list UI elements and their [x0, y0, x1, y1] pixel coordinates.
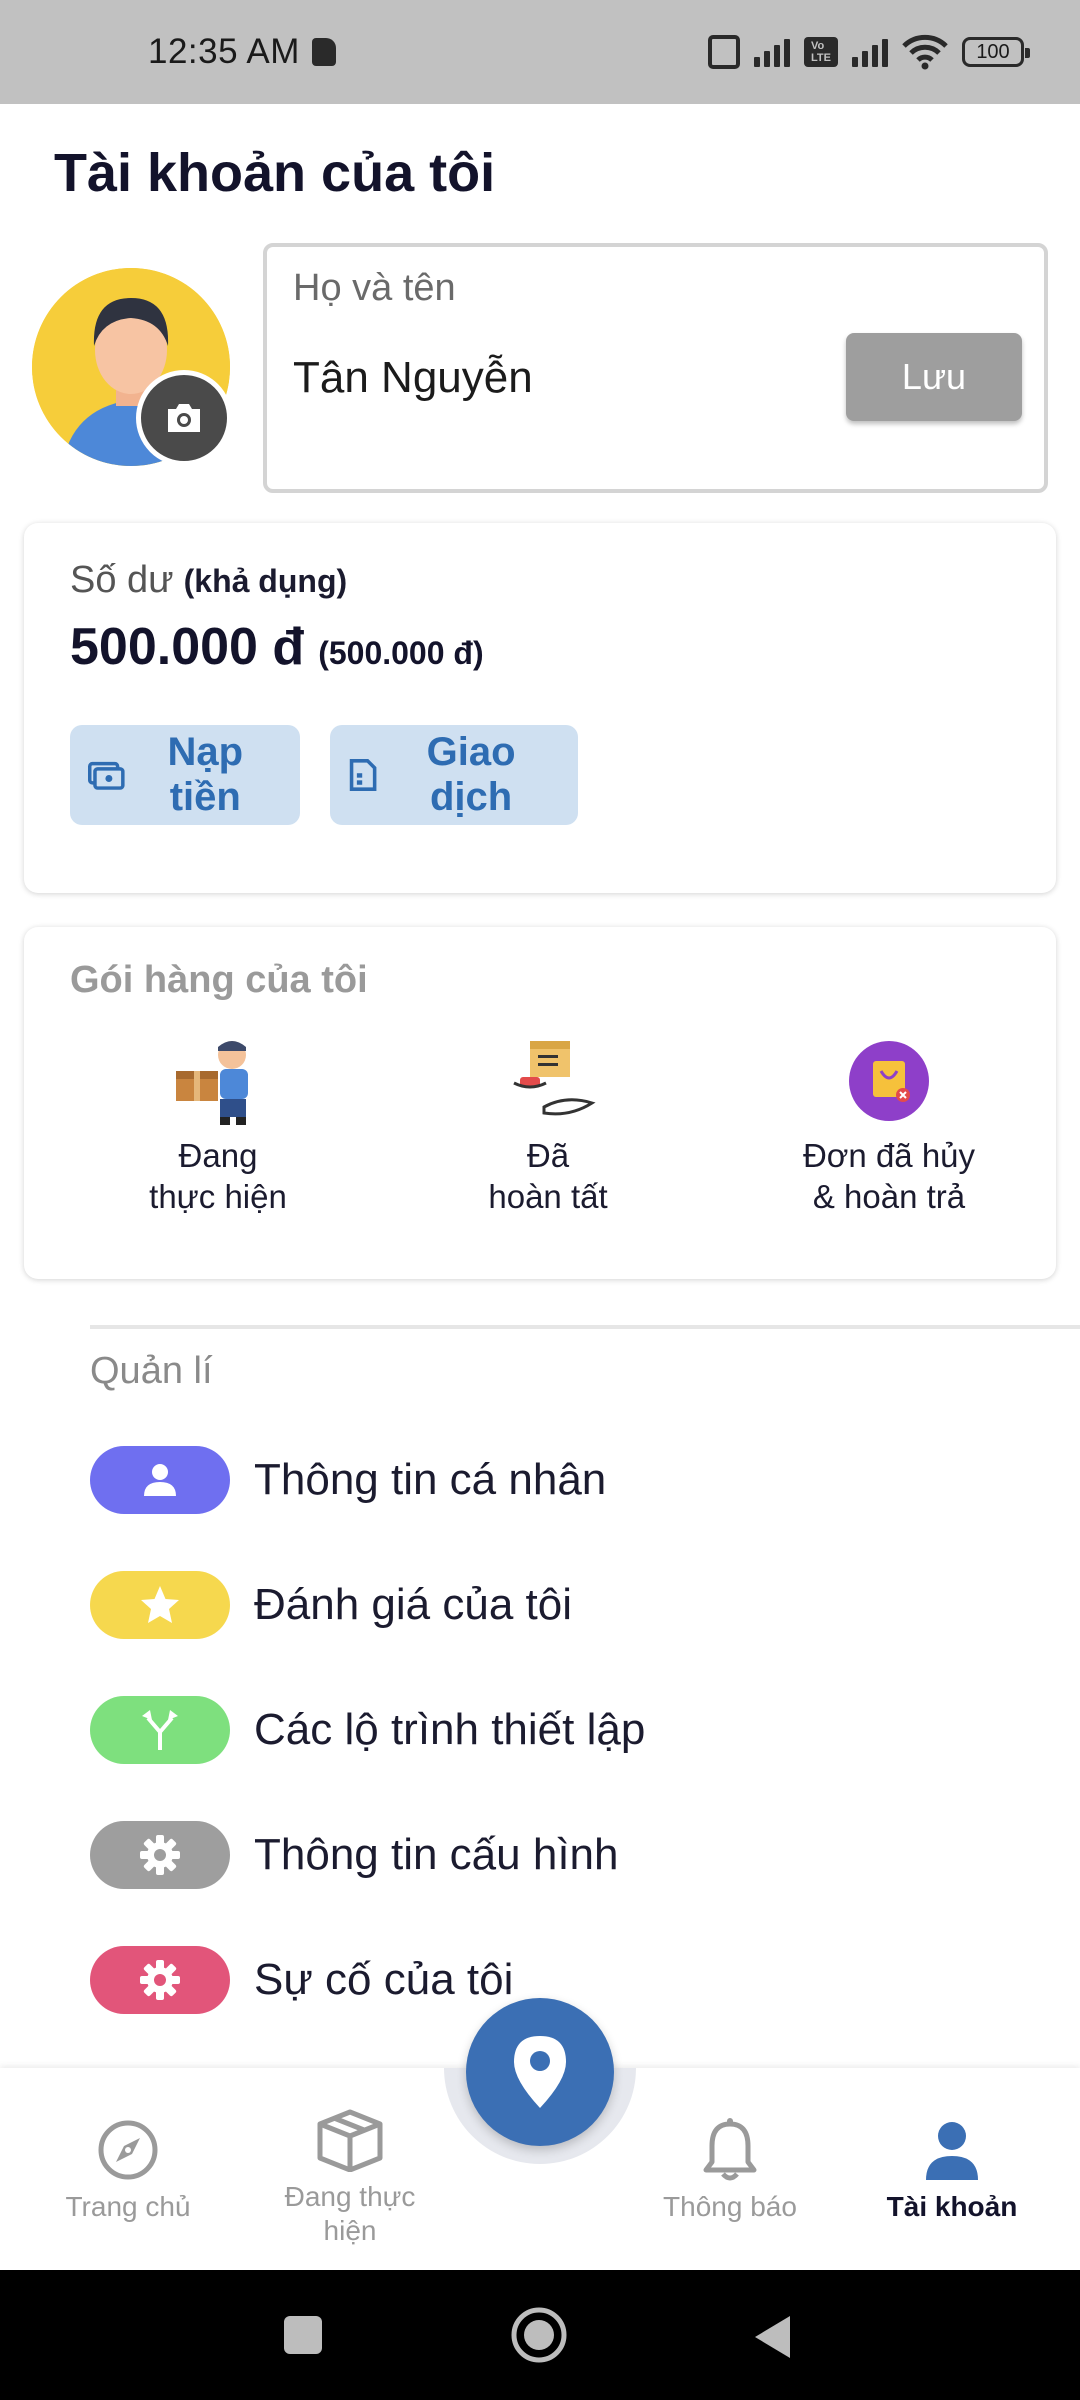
- gear-icon: [90, 1946, 230, 2014]
- transactions-button[interactable]: Giao dịch: [330, 725, 578, 825]
- signal-icon: [754, 37, 790, 67]
- wifi-icon: [902, 34, 948, 70]
- package-completed-label: Đã hoàn tất: [488, 1137, 608, 1215]
- cancelled-bag-icon: [849, 1041, 929, 1121]
- home-icon[interactable]: [510, 2306, 568, 2364]
- package-handover-icon: [513, 1041, 596, 1116]
- package-in-progress-label: Đang thực hiện: [149, 1137, 287, 1215]
- name-input[interactable]: Tân Nguyễn: [293, 353, 533, 403]
- menu-label: Thông tin cấu hình: [254, 1830, 619, 1879]
- transactions-label: Giao dịch: [426, 730, 516, 819]
- camera-icon: [168, 404, 200, 432]
- sim-card-icon: [311, 38, 336, 66]
- volte-icon: Vo LTE: [804, 37, 838, 67]
- nav-home[interactable]: Trang chủ: [18, 2118, 238, 2224]
- package-completed[interactable]: Đã hoàn tất: [428, 1033, 668, 1217]
- save-button[interactable]: Lưu: [846, 333, 1022, 421]
- balance-label-row: Số dư (khả dụng): [70, 559, 347, 602]
- balance-amount: 500.000 đ: [70, 618, 305, 676]
- menu-label: Sự cố của tôi: [254, 1955, 514, 2004]
- balance-card: Số dư (khả dụng) 500.000 đ (500.000 đ) Nạp…: [24, 523, 1056, 893]
- document-icon: [349, 759, 377, 791]
- nav-in-progress[interactable]: Đang thực hiện: [240, 2108, 460, 2248]
- packages-title: Gói hàng của tôi: [70, 959, 368, 1001]
- box-icon: [317, 2109, 383, 2172]
- name-label: Họ và tên: [293, 267, 456, 309]
- location-pin-icon: [514, 2036, 566, 2108]
- management-title: Quản lí: [90, 1350, 213, 1392]
- status-icons: Vo LTE 100: [708, 34, 1030, 70]
- status-time: 12:35 AM: [148, 32, 300, 71]
- back-icon[interactable]: [752, 2314, 794, 2360]
- section-divider: [90, 1325, 1080, 1329]
- nav-in-progress-label: Đang thực hiện: [284, 2181, 416, 2246]
- money-icon: [88, 761, 125, 790]
- bell-icon: [703, 2118, 757, 2181]
- package-in-progress[interactable]: Đang thực hiện: [98, 1033, 338, 1217]
- packages-card: Gói hàng của tôi Đang thực hiện Đã hoàn …: [24, 927, 1056, 1279]
- menu-item-incidents[interactable]: Sự cố của tôi: [90, 1944, 513, 2016]
- balance-sub-label: (khả dụng): [183, 563, 348, 599]
- battery-icon: 100: [962, 37, 1030, 67]
- signal-icon-2: [852, 37, 888, 67]
- balance-label: Số dư: [70, 559, 174, 601]
- menu-item-my-reviews[interactable]: Đánh giá của tôi: [90, 1569, 572, 1641]
- topup-label: Nạp tiền: [167, 730, 244, 819]
- nav-home-label: Trang chủ: [65, 2191, 191, 2222]
- nav-account-label: Tài khoản: [886, 2191, 1018, 2222]
- balance-amount-row: 500.000 đ (500.000 đ): [70, 617, 484, 677]
- nav-notifications[interactable]: Thông báo: [620, 2118, 840, 2224]
- person-icon: [926, 2122, 978, 2180]
- compass-icon: [98, 2120, 158, 2180]
- balance-amount-sub: (500.000 đ): [318, 635, 484, 671]
- delivery-man-icon: [176, 1041, 248, 1125]
- nav-account[interactable]: Tài khoản: [842, 2118, 1062, 2224]
- person-icon: [90, 1446, 230, 1514]
- location-fab[interactable]: [466, 1998, 614, 2146]
- menu-item-config[interactable]: Thông tin cấu hình: [90, 1819, 618, 1891]
- status-bar: 12:35 AM Vo LTE 100: [0, 0, 1080, 104]
- star-icon: [90, 1571, 230, 1639]
- route-split-icon: [90, 1696, 230, 1764]
- recents-icon[interactable]: [282, 2314, 324, 2356]
- menu-label: Các lộ trình thiết lập: [254, 1705, 646, 1754]
- menu-label: Thông tin cá nhân: [254, 1455, 607, 1504]
- name-field-box: Họ và tên Tân Nguyễn Lưu: [263, 243, 1048, 493]
- menu-item-routes[interactable]: Các lộ trình thiết lập: [90, 1694, 645, 1766]
- menu-label: Đánh giá của tôi: [254, 1580, 572, 1629]
- camera-button[interactable]: [136, 370, 232, 466]
- menu-item-personal-info[interactable]: Thông tin cá nhân: [90, 1444, 606, 1516]
- nav-notifications-label: Thông báo: [663, 2191, 797, 2222]
- gear-icon: [90, 1821, 230, 1889]
- page-title: Tài khoản của tôi: [54, 143, 496, 203]
- package-cancelled-label: Đơn đã hủy & hoàn trả: [802, 1137, 976, 1215]
- package-cancelled[interactable]: Đơn đã hủy & hoàn trả: [744, 1033, 1034, 1217]
- topup-button[interactable]: Nạp tiền: [70, 725, 300, 825]
- nfc-icon: [708, 35, 740, 69]
